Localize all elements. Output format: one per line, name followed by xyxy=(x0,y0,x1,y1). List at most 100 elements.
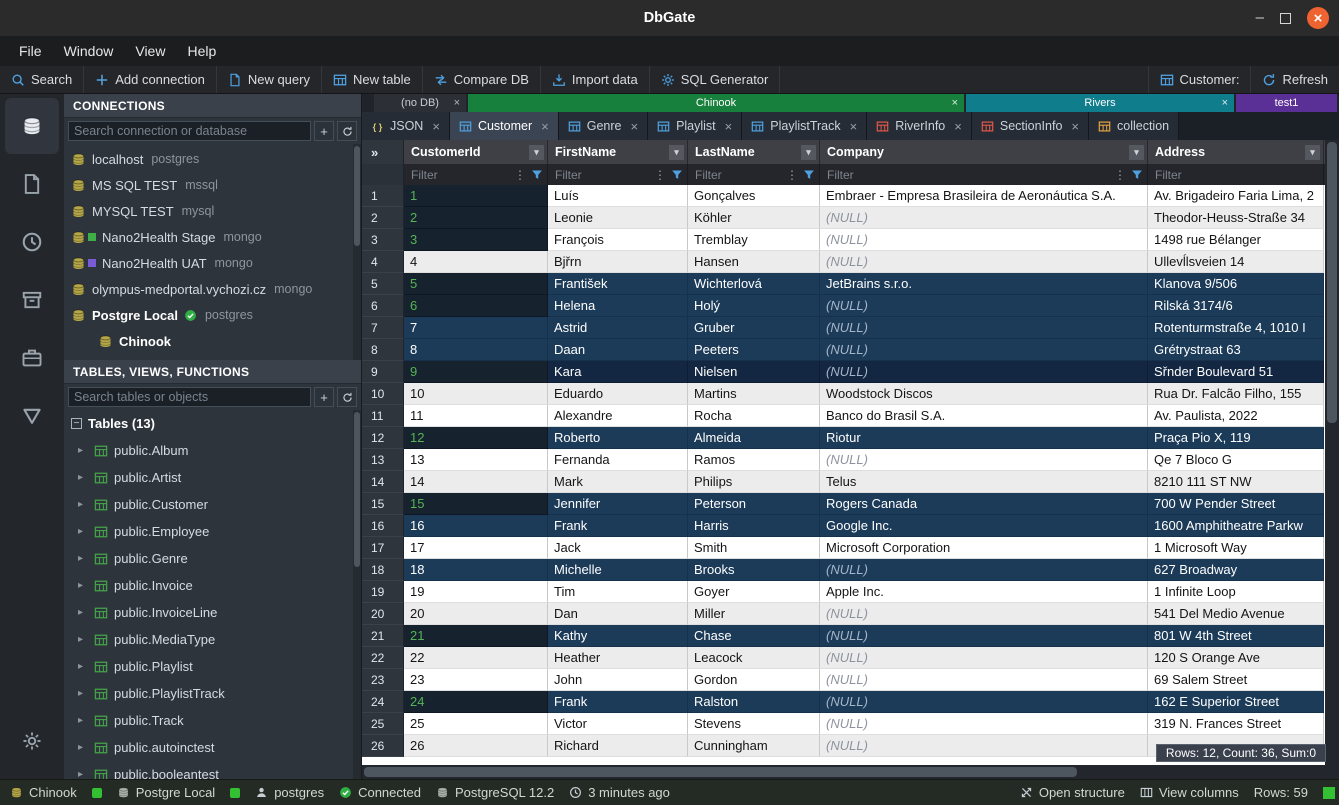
table-item[interactable]: ▸public.Genre xyxy=(64,545,361,572)
toolbar-search[interactable]: Search xyxy=(0,66,84,93)
toolbar-add-connection[interactable]: Add connection xyxy=(84,66,217,93)
close-tab-icon[interactable]: × xyxy=(1071,119,1079,134)
grid-cell[interactable]: 3 xyxy=(404,229,548,251)
grid-cell[interactable]: Tim xyxy=(548,581,688,603)
grid-cell[interactable]: 23 xyxy=(404,669,548,691)
close-tab-icon[interactable]: × xyxy=(850,119,858,134)
vertical-scrollbar[interactable] xyxy=(1325,140,1339,779)
tables-search-input[interactable] xyxy=(68,387,311,407)
chevron-right-icon[interactable]: ▸ xyxy=(78,634,88,645)
filter-funnel-icon[interactable] xyxy=(803,169,815,181)
grid-cell[interactable]: Qe 7 Bloco G xyxy=(1148,449,1324,471)
collapse-icon[interactable]: − xyxy=(71,418,82,429)
grid-cell[interactable]: 2 xyxy=(404,207,548,229)
row-number[interactable]: 13 xyxy=(362,449,404,471)
status-view-columns[interactable]: View columns xyxy=(1140,785,1239,800)
grid-cell[interactable]: Banco do Brasil S.A. xyxy=(820,405,1148,427)
status-postgre-local[interactable]: Postgre Local xyxy=(117,785,216,800)
row-number[interactable]: 21 xyxy=(362,625,404,647)
grid-cell[interactable]: 25 xyxy=(404,713,548,735)
filter-input[interactable]: Filter⋮ xyxy=(548,164,688,185)
row-number[interactable]: 16 xyxy=(362,515,404,537)
grid-cell[interactable]: 19 xyxy=(404,581,548,603)
connection-item[interactable]: olympus-medportal.vychozi.czmongo xyxy=(64,276,361,302)
grid-cell[interactable]: 10 xyxy=(404,383,548,405)
grid-cell[interactable]: Ralston xyxy=(688,691,820,713)
table-item[interactable]: ▸public.PlaylistTrack xyxy=(64,680,361,707)
tab-sectioninfo[interactable]: SectionInfo× xyxy=(972,112,1089,140)
grid-corner-button[interactable]: » xyxy=(362,140,404,164)
grid-cell[interactable]: 541 Del Medio Avenue xyxy=(1148,603,1324,625)
menu-view[interactable]: View xyxy=(124,39,176,63)
grid-cell[interactable]: Microsoft Corporation xyxy=(820,537,1148,559)
grid-cell[interactable]: Richard xyxy=(548,735,688,757)
grid-cell[interactable]: (NULL) xyxy=(820,339,1148,361)
toolbar-new-query[interactable]: New query xyxy=(217,66,322,93)
connections-scrollbar[interactable] xyxy=(353,144,361,360)
grid-cell[interactable]: Kathy xyxy=(548,625,688,647)
grid-cell[interactable]: Rotenturmstraße 4, 1010 I xyxy=(1148,317,1324,339)
grid-cell[interactable]: Hansen xyxy=(688,251,820,273)
chevron-right-icon[interactable]: ▸ xyxy=(78,607,88,618)
grid-cell[interactable]: 8 xyxy=(404,339,548,361)
row-number[interactable]: 18 xyxy=(362,559,404,581)
row-number[interactable]: 8 xyxy=(362,339,404,361)
grid-cell[interactable]: (NULL) xyxy=(820,735,1148,757)
grid-cell[interactable]: Rocha xyxy=(688,405,820,427)
grid-cell[interactable]: Av. Paulista, 2022 xyxy=(1148,405,1324,427)
connection-item[interactable]: MS SQL TESTmssql xyxy=(64,172,361,198)
table-item[interactable]: ▸public.Invoice xyxy=(64,572,361,599)
connections-search-input[interactable] xyxy=(68,121,311,141)
tables-scrollbar[interactable] xyxy=(353,410,361,779)
filter-funnel-icon[interactable] xyxy=(671,169,683,181)
column-dropdown-icon[interactable]: ▾ xyxy=(1129,145,1144,160)
sidebar-item-archive[interactable] xyxy=(5,272,59,328)
connections-scroll-thumb[interactable] xyxy=(354,146,360,246)
sidebar-item-files[interactable] xyxy=(5,156,59,212)
grid-cell[interactable]: 18 xyxy=(404,559,548,581)
row-number[interactable]: 10 xyxy=(362,383,404,405)
grid-cell[interactable]: 14 xyxy=(404,471,548,493)
row-number[interactable]: 5 xyxy=(362,273,404,295)
grid-cell[interactable]: Peterson xyxy=(688,493,820,515)
grid-cell[interactable]: 11 xyxy=(404,405,548,427)
grid-cell[interactable]: Leonie xyxy=(548,207,688,229)
menu-window[interactable]: Window xyxy=(53,39,125,63)
grid-cell[interactable]: Gordon xyxy=(688,669,820,691)
grid-cell[interactable]: Embraer - Empresa Brasileira de Aeronáut… xyxy=(820,185,1148,207)
tab-playlist[interactable]: Playlist× xyxy=(648,112,742,140)
grid-cell[interactable]: Rilská 3174/6 xyxy=(1148,295,1324,317)
toolbar-refresh[interactable]: Refresh xyxy=(1250,66,1339,93)
menu-help[interactable]: Help xyxy=(176,39,227,63)
chevron-right-icon[interactable]: ▸ xyxy=(78,661,88,672)
toolbar-import-data[interactable]: Import data xyxy=(541,66,650,93)
row-number[interactable]: 25 xyxy=(362,713,404,735)
grid-cell[interactable]: Harris xyxy=(688,515,820,537)
connection-item[interactable]: localhostpostgres xyxy=(64,146,361,172)
grid-cell[interactable]: 627 Broadway xyxy=(1148,559,1324,581)
grid-cell[interactable]: Google Inc. xyxy=(820,515,1148,537)
grid-cell[interactable]: Rogers Canada xyxy=(820,493,1148,515)
grid-cell[interactable]: Chase xyxy=(688,625,820,647)
grid-cell[interactable]: Helena xyxy=(548,295,688,317)
add-connection-small-button[interactable]: + xyxy=(314,121,334,141)
minimize-button[interactable]: – xyxy=(1256,13,1264,23)
grid-cell[interactable]: (NULL) xyxy=(820,361,1148,383)
column-header[interactable]: Company▾ xyxy=(820,140,1148,164)
filter-input[interactable]: Filter⋮ xyxy=(820,164,1148,185)
table-item[interactable]: ▸public.Track xyxy=(64,707,361,734)
grid-cell[interactable]: 21 xyxy=(404,625,548,647)
close-tab-icon[interactable]: × xyxy=(432,119,440,134)
filter-funnel-icon[interactable] xyxy=(1131,169,1143,181)
filter-menu-icon[interactable]: ⋮ xyxy=(654,168,666,182)
close-tab-icon[interactable]: × xyxy=(952,97,958,109)
row-number[interactable]: 20 xyxy=(362,603,404,625)
db-tab-test1[interactable]: test1 xyxy=(1236,94,1337,112)
toolbar-customer[interactable]: Customer: xyxy=(1148,66,1251,93)
grid-cell[interactable]: Victor xyxy=(548,713,688,735)
grid-cell[interactable]: 24 xyxy=(404,691,548,713)
row-number[interactable]: 6 xyxy=(362,295,404,317)
status-rows-59[interactable]: Rows: 59 xyxy=(1254,785,1308,800)
chevron-right-icon[interactable]: ▸ xyxy=(78,688,88,699)
row-number[interactable]: 22 xyxy=(362,647,404,669)
